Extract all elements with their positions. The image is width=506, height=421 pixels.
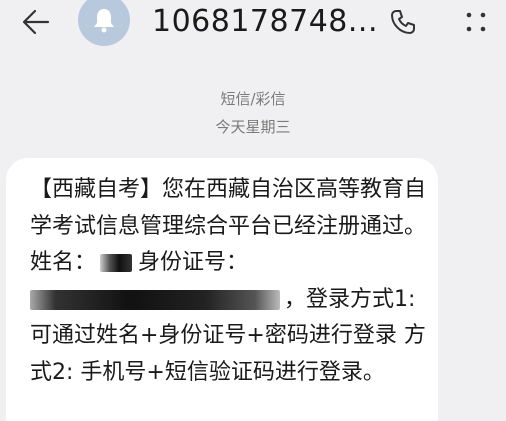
back-button[interactable]	[16, 3, 56, 41]
sms-conversation-screen: 1068178748... 短信/彩信 今天星期三 【西藏自考】您在西藏自治区高…	[0, 0, 506, 421]
redacted-id-number	[30, 289, 280, 310]
arrow-left-icon	[22, 9, 50, 35]
redacted-name	[100, 254, 133, 272]
message-text-part2: 身份证号：	[138, 250, 249, 275]
contact-name[interactable]: 1068178748...	[152, 0, 378, 44]
message-type-label: 短信/彩信	[220, 90, 286, 108]
more-vertical-icon	[466, 12, 486, 32]
message-date-label: 今天星期三	[215, 118, 291, 136]
contact-avatar[interactable]	[78, 0, 130, 46]
more-options-button[interactable]	[456, 3, 496, 41]
bell-person-icon	[94, 9, 114, 33]
message-text[interactable]: 【西藏自考】您在西藏自治区高等教育自学考试信息管理综合平台已经注册通过。姓名：身…	[30, 172, 430, 391]
phone-icon	[391, 10, 415, 34]
conversation-header: 1068178748...	[0, 0, 506, 46]
call-button[interactable]	[383, 3, 423, 41]
